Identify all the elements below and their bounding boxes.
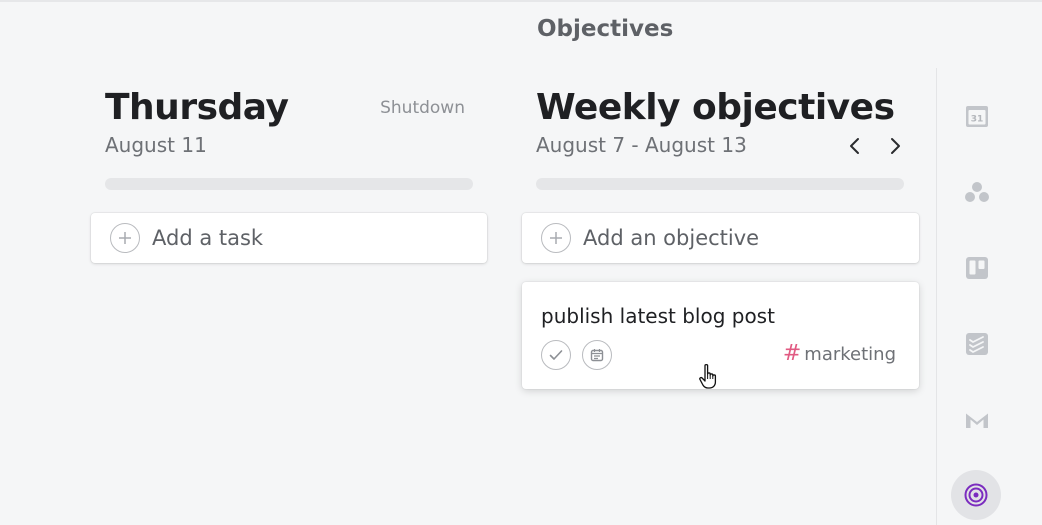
add-objective-button[interactable]: Add an objective: [522, 213, 919, 263]
day-progress-bar: [105, 178, 473, 190]
objective-card[interactable]: publish latest blog post # marketing: [522, 282, 919, 389]
svg-text:31: 31: [971, 115, 984, 125]
channel-tag[interactable]: # marketing: [783, 342, 896, 366]
checkmark-icon: [549, 350, 563, 360]
day-column: Thursday August 11 Shutdown: [105, 86, 473, 190]
trello-icon[interactable]: [963, 254, 991, 282]
previous-week-button[interactable]: [846, 134, 864, 158]
chevron-right-icon: [891, 138, 900, 154]
objectives-column: Weekly objectives August 7 - August 13: [536, 86, 904, 190]
top-divider: [0, 0, 1042, 2]
shutdown-button[interactable]: Shutdown: [380, 98, 465, 118]
calendar-icon[interactable]: 31: [963, 102, 991, 130]
complete-objective-button[interactable]: [541, 340, 571, 370]
objective-title: publish latest blog post: [541, 304, 775, 328]
asana-icon[interactable]: [963, 178, 991, 206]
hand-pointer-icon: [699, 363, 717, 389]
add-task-button[interactable]: Add a task: [91, 213, 487, 263]
next-week-button[interactable]: [886, 134, 904, 158]
week-navigation: [846, 134, 904, 158]
section-title: Objectives: [537, 16, 674, 42]
integrations-sidebar: 31: [936, 68, 1042, 525]
add-objective-label: Add an objective: [583, 226, 760, 250]
todoist-icon[interactable]: [963, 330, 991, 358]
chevron-left-icon: [850, 138, 859, 154]
objectives-progress-bar: [536, 178, 904, 190]
objectives-target-icon[interactable]: [951, 470, 1001, 520]
gmail-icon[interactable]: [963, 406, 991, 434]
objectives-title: Weekly objectives: [536, 87, 895, 128]
schedule-objective-button[interactable]: [582, 340, 612, 370]
hashtag-icon: #: [782, 341, 802, 366]
add-task-label: Add a task: [152, 226, 264, 250]
tag-label: marketing: [804, 343, 896, 365]
app-window: Objectives Thursday August 11 Shutdown A…: [0, 0, 1042, 525]
day-date: August 11: [105, 133, 207, 157]
plus-icon: [110, 223, 140, 253]
calendar-small-icon: [590, 349, 604, 362]
plus-icon: [541, 223, 571, 253]
